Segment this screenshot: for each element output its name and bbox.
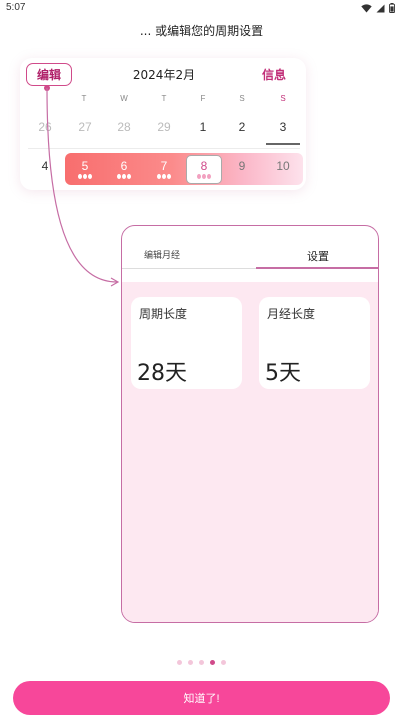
page-dot-active [210,660,215,665]
page-dot [199,660,204,665]
page-dot [221,660,226,665]
callout-connector [46,87,120,287]
page-indicator [0,660,403,665]
got-it-button[interactable]: 知道了! [13,681,390,715]
page-dot [177,660,182,665]
page-dot [188,660,193,665]
